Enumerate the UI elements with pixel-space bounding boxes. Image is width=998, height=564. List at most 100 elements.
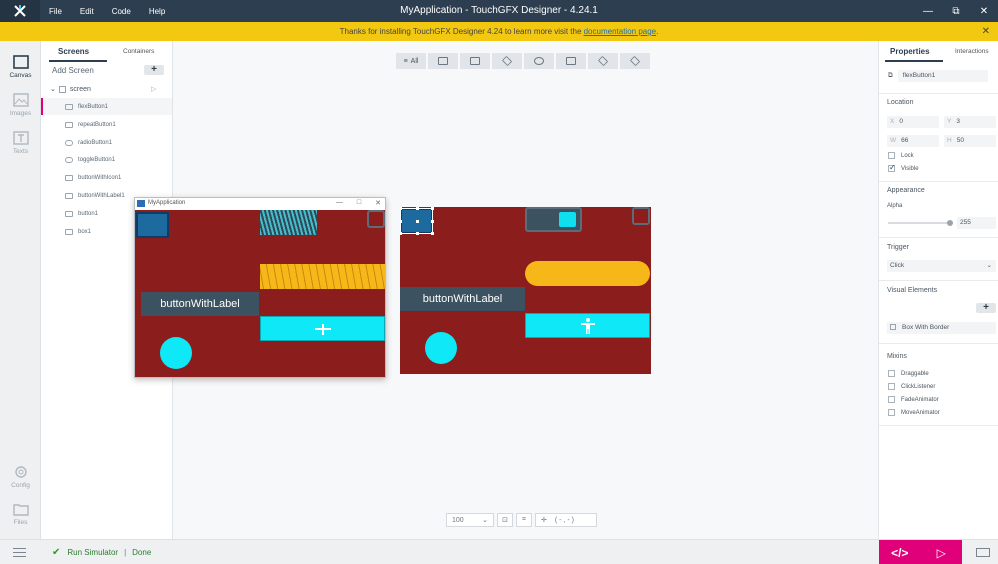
chevron-down-icon[interactable]: ⌄ [50, 85, 56, 93]
height-field[interactable]: H 50 [944, 135, 996, 147]
run-simulator-button[interactable]: ▷ [921, 540, 963, 564]
visible-checkbox-box[interactable] [888, 163, 896, 172]
nav-config[interactable]: Config [0, 459, 41, 497]
simulator-screen[interactable]: buttonWithLabel [135, 210, 385, 377]
filter-containers-button[interactable] [492, 53, 522, 69]
visible-checkbox[interactable]: Visible [888, 163, 919, 172]
tree-item-togglebutton1[interactable]: toggleButton1 [41, 151, 172, 168]
nav-canvas[interactable]: Canvas [0, 49, 41, 87]
generate-code-button[interactable]: </> [879, 540, 921, 564]
filter-shapes-button[interactable] [524, 53, 554, 69]
moveanimator-checkbox[interactable]: MoveAnimator [888, 409, 940, 416]
fit-screen-button[interactable]: ⊡ [497, 513, 513, 527]
documentation-link[interactable]: documentation page [584, 27, 657, 36]
widget-name-field[interactable]: flexButton1 [897, 70, 988, 82]
resize-handle[interactable] [400, 232, 402, 235]
status-done: Done [132, 548, 152, 557]
play-screen-icon[interactable]: ▷ [151, 85, 156, 93]
resize-handle[interactable] [431, 207, 434, 210]
y-value: 3 [956, 118, 960, 125]
sim-togglebutton[interactable] [367, 210, 385, 228]
alpha-slider-knob[interactable] [947, 220, 953, 226]
tab-properties[interactable]: Properties [890, 47, 930, 56]
tree-item-buttonwithicon1[interactable]: buttonWithIcon1 [41, 169, 172, 186]
repeatbutton1-widget[interactable] [525, 207, 582, 232]
tab-containers[interactable]: Containers [123, 48, 154, 55]
fadeanimator-checkbox[interactable]: FadeAnimator [888, 396, 939, 403]
restore-button[interactable]: ⧉ [942, 0, 970, 22]
alpha-value: 255 [960, 219, 971, 226]
checkbox-box[interactable] [888, 409, 895, 416]
close-button[interactable]: ✕ [970, 0, 998, 22]
tree-item-flexbutton1[interactable]: flexButton1 [41, 98, 172, 115]
sim-repeatbutton[interactable] [260, 210, 317, 235]
tab-interactions[interactable]: Interactions [955, 48, 989, 55]
banner-close-icon[interactable]: ✕ [982, 22, 990, 41]
tree-screen-node[interactable]: ⌄ screen [50, 85, 91, 93]
filter-text-button[interactable] [556, 53, 586, 69]
filter-all-button[interactable]: ≡ All [396, 53, 426, 69]
resize-handle[interactable] [416, 232, 419, 235]
tab-screens[interactable]: Screens [58, 47, 89, 56]
checkbox-box[interactable] [888, 383, 895, 390]
sim-flexbutton[interactable] [136, 212, 169, 238]
button1-widget[interactable] [425, 332, 457, 364]
checkbox-box[interactable] [888, 396, 895, 403]
sim-buttonwithlabel[interactable]: buttonWithLabel [141, 292, 259, 316]
x-field[interactable]: X0 [887, 116, 939, 128]
sim-button1[interactable] [160, 337, 192, 369]
mixin-label: Draggable [901, 370, 929, 377]
crop-button[interactable]: ⌗ [516, 513, 532, 527]
tree-item-repeatbutton1[interactable]: repeatButton1 [41, 116, 172, 133]
sim-buttonwithicon[interactable] [260, 316, 385, 341]
simulator-window[interactable]: MyApplication — □ ✕ buttonWithLabel [134, 197, 386, 378]
chevron-down-icon: ⌄ [986, 262, 992, 269]
minimize-button[interactable]: — [914, 0, 942, 22]
mixins-header: Mixins [887, 353, 907, 360]
nav-images[interactable]: Images [0, 87, 41, 125]
add-screen-button[interactable]: + [144, 65, 164, 75]
repeat-button-fill [559, 212, 576, 227]
alpha-field[interactable]: 255 [957, 217, 996, 229]
sim-minimize-button[interactable]: — [336, 199, 343, 207]
tree-item-label: buttonWithLabel1 [78, 192, 125, 199]
togglebutton1-widget[interactable] [632, 207, 650, 225]
lock-checkbox[interactable]: Lock [888, 152, 914, 159]
y-field[interactable]: Y3 [944, 116, 996, 128]
hamburger-menu-icon[interactable] [13, 548, 26, 557]
filter-images-button[interactable] [460, 53, 490, 69]
sim-radiobutton[interactable] [260, 264, 385, 289]
zoom-select[interactable]: 100 ⌄ [446, 513, 494, 527]
radiobutton1-widget[interactable] [525, 261, 650, 286]
exit-icon[interactable] [976, 548, 990, 557]
sim-maximize-button[interactable]: □ [357, 199, 361, 207]
clicklistener-checkbox[interactable]: ClickListener [888, 383, 935, 390]
add-visual-element-button[interactable]: + [976, 303, 996, 313]
resize-handle[interactable] [416, 220, 419, 223]
trigger-select[interactable]: Click ⌄ [887, 260, 996, 272]
filter-buttons-button[interactable] [428, 53, 458, 69]
sim-close-button[interactable]: ✕ [375, 199, 381, 207]
resize-handle[interactable] [431, 220, 434, 223]
filter-misc-button[interactable] [620, 53, 650, 69]
box-icon [65, 228, 73, 235]
buttonwithlabel1-widget[interactable]: buttonWithLabel [400, 287, 525, 311]
nav-files[interactable]: Files [0, 496, 41, 534]
filter-3d-button[interactable] [588, 53, 618, 69]
checkbox-box[interactable] [888, 370, 895, 377]
designer-screen-preview[interactable]: buttonWithLabel [400, 207, 651, 374]
resize-handle[interactable] [400, 207, 402, 210]
buttonwithicon1-widget[interactable] [525, 313, 650, 338]
nav-texts[interactable]: Texts [0, 125, 41, 163]
tree-item-label: flexButton1 [78, 103, 109, 110]
width-field[interactable]: W 66 [887, 135, 939, 147]
draggable-checkbox[interactable]: Draggable [888, 370, 929, 377]
resize-handle[interactable] [416, 207, 419, 210]
resize-handle[interactable] [400, 220, 402, 223]
lock-checkbox-box[interactable] [888, 152, 895, 159]
visual-element-item[interactable]: Box With Border [887, 322, 996, 334]
tree-item-label: buttonWithIcon1 [78, 174, 122, 181]
resize-handle[interactable] [431, 232, 434, 235]
alpha-slider[interactable] [888, 220, 953, 226]
tree-item-radiobutton1[interactable]: radioButton1 [41, 134, 172, 151]
